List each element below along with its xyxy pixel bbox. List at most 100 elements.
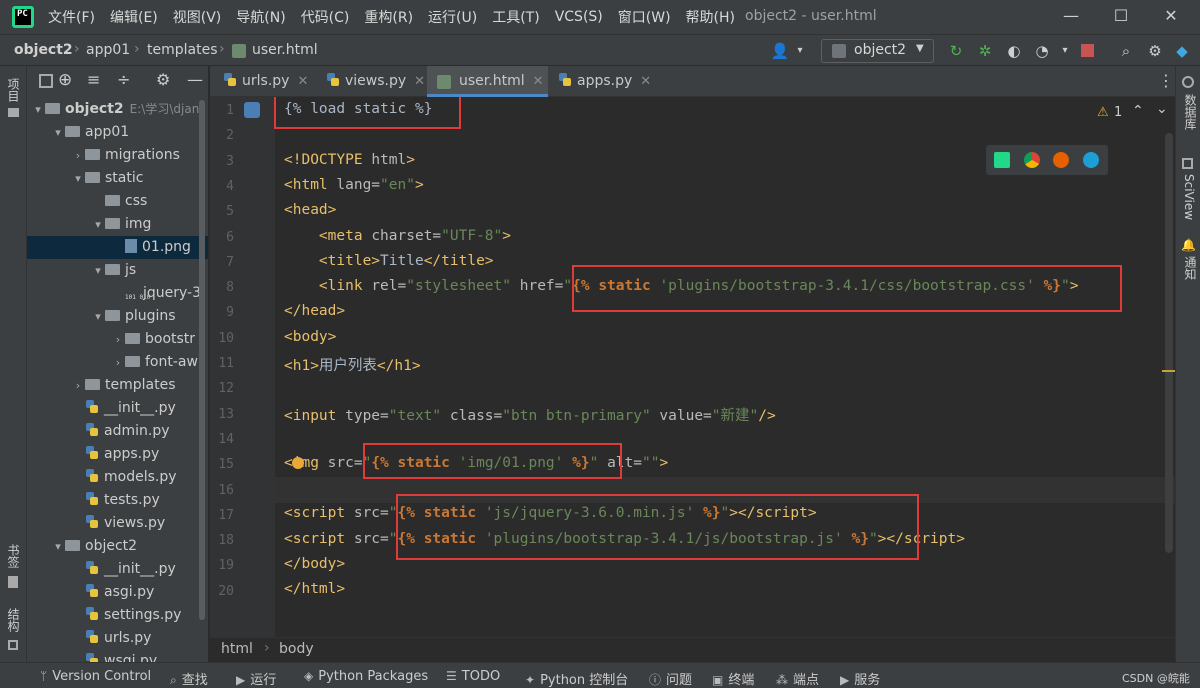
terminal-button[interactable]: ▣ 终端 <box>712 669 754 688</box>
tree-item[interactable]: models.py <box>27 466 208 489</box>
chevron-icon[interactable]: ▾ <box>51 535 65 558</box>
gear-icon[interactable]: ⚙ <box>1145 41 1165 61</box>
debug-icon[interactable]: ✲ <box>975 41 995 61</box>
chevron-icon[interactable]: ▾ <box>71 167 85 190</box>
menu-navigate[interactable]: 导航(N) <box>236 7 285 27</box>
layout-icon[interactable] <box>39 74 53 88</box>
tree-item[interactable]: › migrations <box>27 144 208 167</box>
code-crumb-html[interactable]: html <box>221 641 253 657</box>
tree-item[interactable]: 101 010jquery-3 <box>27 282 208 305</box>
tree-item[interactable]: ▾ app01 <box>27 121 208 144</box>
search-icon[interactable]: ⌕ <box>1116 41 1136 61</box>
close-tab-icon[interactable]: ✕ <box>414 74 425 89</box>
tab-user-html[interactable]: user.html ✕ <box>427 66 548 97</box>
close-icon[interactable]: ✕ <box>1160 6 1182 28</box>
sciview-label[interactable]: SciView <box>1182 174 1196 220</box>
python-console-button[interactable]: ✦ Python 控制台 <box>525 669 628 688</box>
expand-all-icon[interactable]: ≡ <box>87 70 100 89</box>
endpoints-button[interactable]: ⁂ 端点 <box>776 669 819 688</box>
more-tabs-icon[interactable]: ⋮ <box>1158 71 1174 90</box>
project-tool-window-label[interactable]: 项目 <box>5 78 22 102</box>
chevron-down-icon[interactable]: ⌄ <box>1156 101 1168 117</box>
chevron-icon[interactable]: ▾ <box>31 98 45 121</box>
version-control-button[interactable]: ᛘ Version Control <box>40 669 151 684</box>
tree-item[interactable]: wsgi.py <box>27 650 208 662</box>
editor-scrollbar[interactable] <box>1165 133 1173 553</box>
tree-item[interactable]: ▾ plugins <box>27 305 208 328</box>
tab-urls-py[interactable]: urls.py ✕ <box>215 66 317 97</box>
project-scrollbar[interactable] <box>199 100 205 620</box>
pycharm-browser-icon[interactable] <box>994 152 1010 168</box>
close-tab-icon[interactable]: ✕ <box>533 74 544 89</box>
tree-item[interactable]: views.py <box>27 512 208 535</box>
chrome-icon[interactable] <box>1024 152 1040 168</box>
tree-item[interactable]: › bootstr <box>27 328 208 351</box>
chevron-icon[interactable]: › <box>111 328 125 351</box>
chevron-icon[interactable]: ▾ <box>51 121 65 144</box>
collapse-all-icon[interactable]: ÷ <box>117 70 130 89</box>
run-button[interactable]: ▶ 运行 <box>236 669 276 688</box>
gear-icon[interactable]: ⚙ <box>156 70 170 89</box>
close-tab-icon[interactable]: ✕ <box>297 74 308 89</box>
tree-item[interactable]: apps.py <box>27 443 208 466</box>
plugin-icon[interactable]: ◆ <box>1172 41 1192 61</box>
menu-help[interactable]: 帮助(H) <box>686 7 735 27</box>
menu-refactor[interactable]: 重构(R) <box>364 7 413 27</box>
tree-item[interactable]: css <box>27 190 208 213</box>
code-crumb-body[interactable]: body <box>279 641 314 657</box>
chevron-down-icon[interactable]: ▾ <box>1055 41 1075 61</box>
tree-item[interactable]: 01.png <box>27 236 208 259</box>
tree-item[interactable]: › font-aw <box>27 351 208 374</box>
coverage-icon[interactable]: ◐ <box>1004 41 1024 61</box>
find-button[interactable]: ⌕ 查找 <box>170 669 208 688</box>
maximize-icon[interactable]: ☐ <box>1110 6 1132 28</box>
tree-item[interactable]: ▾ static <box>27 167 208 190</box>
menu-tools[interactable]: 工具(T) <box>492 7 539 27</box>
menu-run[interactable]: 运行(U) <box>428 7 477 27</box>
locate-icon[interactable]: ⊕ <box>58 70 72 90</box>
minimize-icon[interactable]: — <box>1060 6 1082 28</box>
firefox-icon[interactable] <box>1053 152 1069 168</box>
tree-item[interactable]: urls.py <box>27 627 208 650</box>
menu-window[interactable]: 窗口(W) <box>618 7 671 27</box>
breadcrumb-templates[interactable]: templates <box>147 42 218 58</box>
warning-icon[interactable]: ⚠ <box>1097 105 1109 120</box>
tree-item[interactable]: ▾ object2 <box>27 535 208 558</box>
chevron-icon[interactable]: ▾ <box>91 213 105 236</box>
breadcrumb-file[interactable]: user.html <box>252 42 318 58</box>
tree-item[interactable]: admin.py <box>27 420 208 443</box>
tree-item[interactable]: ▾ img <box>27 213 208 236</box>
code-editor[interactable]: 1 2 3 4 5 6 7 8 9 10 11 12 13 14 15 16 17 18 19 20 {% load … <box>210 97 1175 637</box>
close-tab-icon[interactable]: ✕ <box>640 74 651 89</box>
notifications-label[interactable]: 通知 <box>1182 256 1199 280</box>
tree-item[interactable]: tests.py <box>27 489 208 512</box>
tree-item[interactable]: ▾ object2 E:\学习\djan <box>27 98 208 121</box>
tab-views-py[interactable]: views.py ✕ <box>318 66 426 97</box>
stop-icon[interactable] <box>1081 44 1094 57</box>
python-run-icon[interactable] <box>244 102 260 118</box>
tree-item[interactable]: ▾ js <box>27 259 208 282</box>
chevron-up-icon[interactable]: ⌃ <box>1132 103 1144 119</box>
edge-icon[interactable] <box>1083 152 1099 168</box>
tree-item[interactable]: settings.py <box>27 604 208 627</box>
run-config-select[interactable]: object2 ▼ <box>821 39 934 63</box>
rerun-icon[interactable]: ↻ <box>946 41 966 61</box>
profile-icon[interactable]: ◔ <box>1032 41 1052 61</box>
structure-label[interactable]: 结构 <box>5 608 22 632</box>
menu-edit[interactable]: 编辑(E) <box>110 7 158 27</box>
chevron-icon[interactable]: ▾ <box>91 305 105 328</box>
chevron-down-icon[interactable]: ▾ <box>790 41 810 61</box>
tab-apps-py[interactable]: apps.py ✕ <box>550 66 656 97</box>
services-button[interactable]: ▶ 服务 <box>840 669 880 688</box>
todo-button[interactable]: ☰ TODO <box>446 669 500 684</box>
menu-vcs[interactable]: VCS(S) <box>555 9 603 25</box>
chevron-icon[interactable]: ▾ <box>91 259 105 282</box>
lightbulb-icon[interactable] <box>292 457 304 469</box>
menu-file[interactable]: 文件(F) <box>48 7 95 27</box>
tree-item[interactable]: __init__.py <box>27 558 208 581</box>
chevron-icon[interactable]: › <box>71 144 85 167</box>
problems-button[interactable]: ⓘ 问题 <box>649 669 692 688</box>
database-label[interactable]: 数据库 <box>1182 94 1199 130</box>
hide-icon[interactable]: — <box>187 70 203 89</box>
chevron-icon[interactable]: › <box>111 351 125 374</box>
